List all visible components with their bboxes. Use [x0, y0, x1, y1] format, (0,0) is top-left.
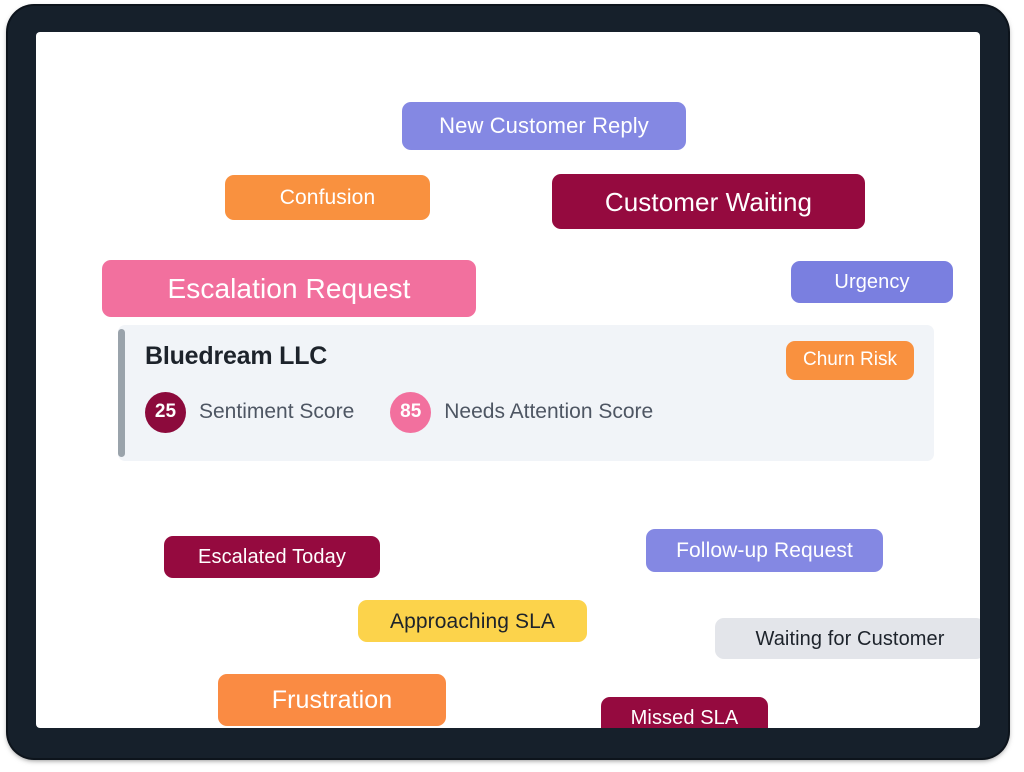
signal-tag[interactable]: New Customer Reply: [402, 102, 686, 150]
account-summary-card[interactable]: Bluedream LLC Churn Risk 25 Sentiment Sc…: [118, 325, 934, 461]
churn-risk-badge[interactable]: Churn Risk: [786, 341, 914, 380]
needs-attention-score-value: 85: [390, 391, 432, 433]
signal-tag[interactable]: Follow-up Request: [646, 529, 883, 572]
sentiment-score-group: 25 Sentiment Score: [145, 391, 355, 433]
needs-attention-score-group: 85 Needs Attention Score: [390, 391, 654, 433]
sentiment-score-value: 25: [145, 391, 186, 433]
signal-tag[interactable]: Approaching SLA: [358, 600, 587, 642]
sentiment-score-label: Sentiment Score: [199, 400, 355, 423]
signal-tag[interactable]: Waiting for Customer: [715, 618, 980, 659]
signal-tag[interactable]: Escalated Today: [164, 536, 380, 578]
account-card-body: Bluedream LLC Churn Risk 25 Sentiment Sc…: [125, 325, 934, 461]
signal-tag[interactable]: Escalation Request: [102, 260, 476, 317]
signal-tag[interactable]: Confusion: [225, 175, 430, 220]
score-row: 25 Sentiment Score 85 Needs Attention Sc…: [145, 391, 912, 433]
needs-attention-score-label: Needs Attention Score: [444, 400, 654, 423]
signal-tag[interactable]: Urgency: [791, 261, 953, 303]
signal-tag[interactable]: Missed SLA: [601, 697, 768, 728]
device-frame: New Customer Reply Confusion Customer Wait…: [8, 6, 1008, 758]
tag-canvas: New Customer Reply Confusion Customer Wait…: [36, 32, 980, 728]
card-accent-bar: [118, 329, 125, 457]
signal-tag[interactable]: Customer Waiting: [552, 174, 865, 229]
signal-tag[interactable]: Frustration: [218, 674, 446, 726]
